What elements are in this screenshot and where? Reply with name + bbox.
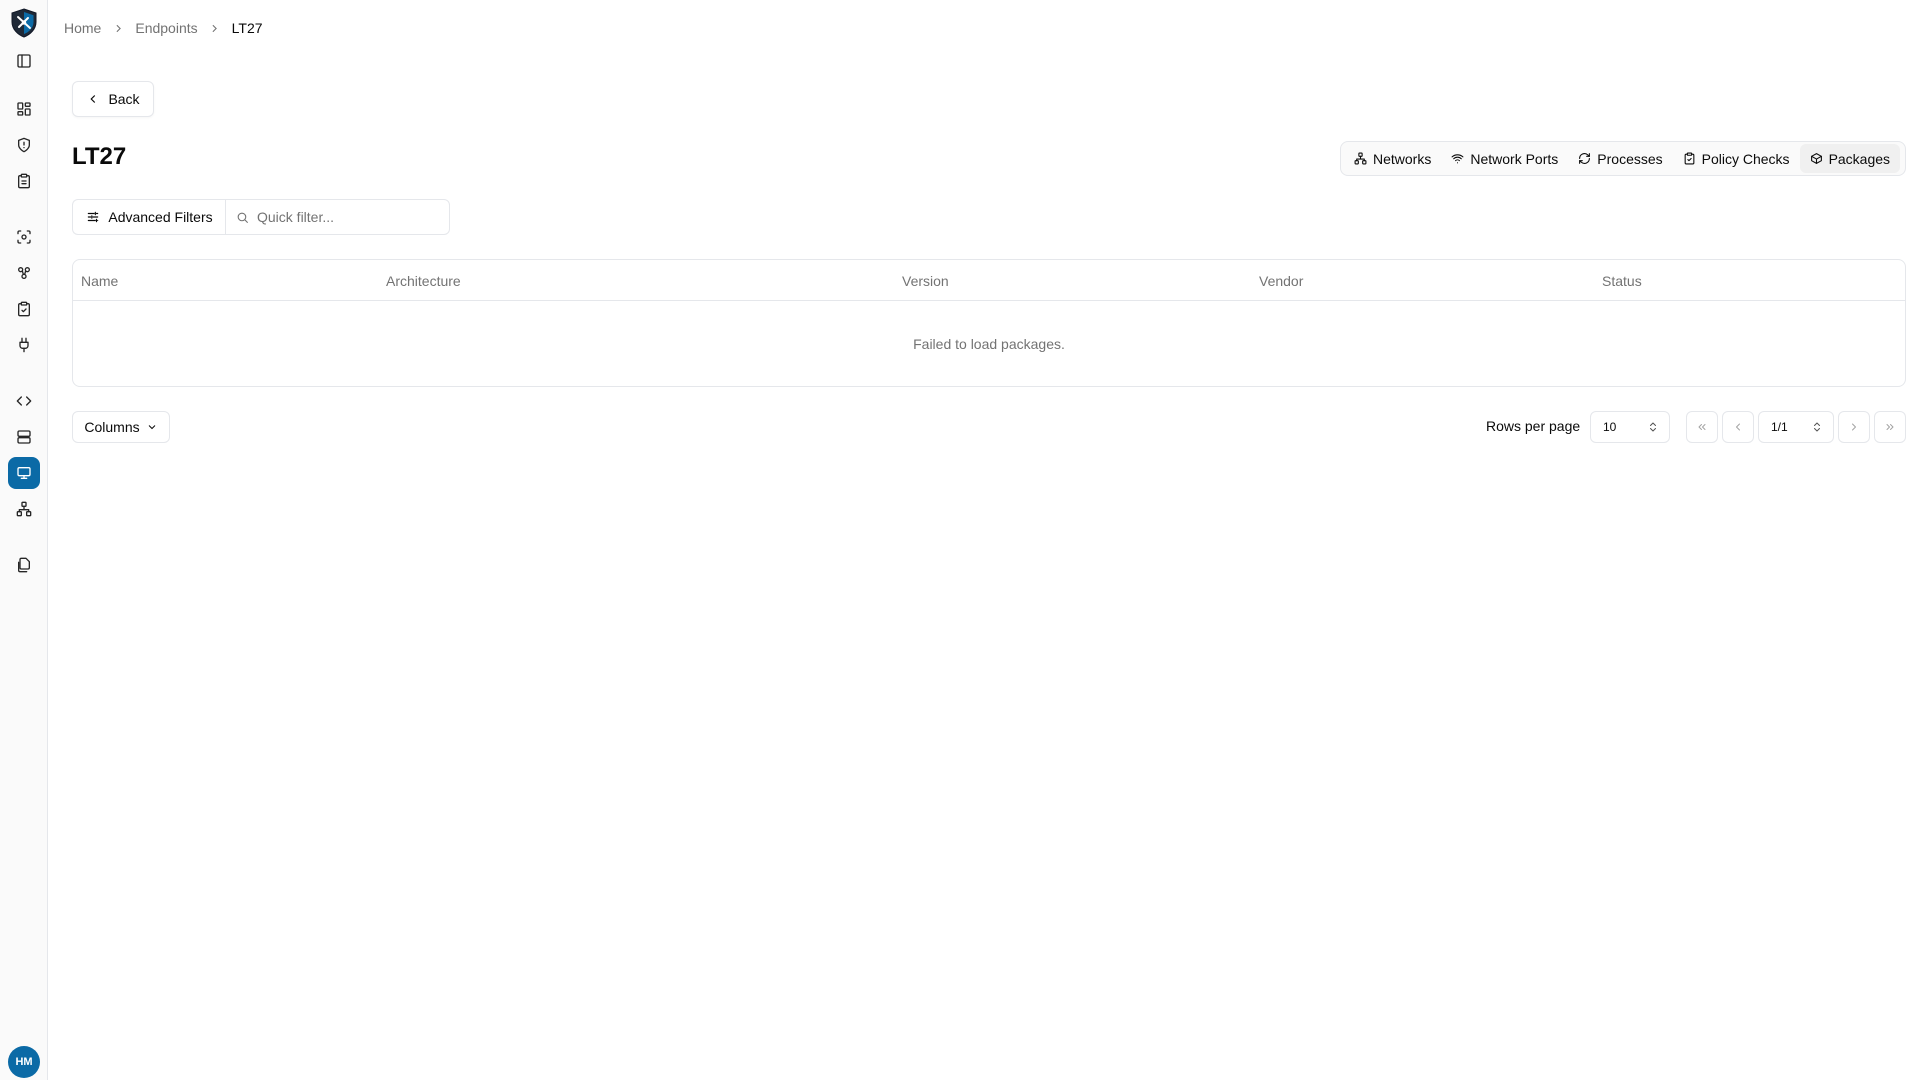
packages-table: Name Architecture Version Vendor Status … xyxy=(72,259,1906,387)
sidebar-toggle-button[interactable] xyxy=(8,45,40,77)
column-header-vendor[interactable]: Vendor xyxy=(1259,260,1303,301)
tab-label: Packages xyxy=(1828,150,1891,167)
sidebar-item-reports[interactable] xyxy=(8,165,40,197)
sidebar-item-endpoints[interactable] xyxy=(8,457,40,489)
breadcrumb-home[interactable]: Home xyxy=(64,20,101,36)
code-icon xyxy=(16,396,32,406)
column-header-architecture[interactable]: Architecture xyxy=(386,260,461,301)
clipboard-list-icon xyxy=(18,173,30,189)
columns-button[interactable]: Columns xyxy=(72,411,170,443)
tab-label: Networks xyxy=(1373,150,1432,167)
rows-per-page-select[interactable]: 10 xyxy=(1590,411,1670,443)
rows-per-page-value: 10 xyxy=(1603,420,1617,434)
advanced-filters-label: Advanced Filters xyxy=(108,209,213,225)
first-page-button[interactable] xyxy=(1686,411,1718,443)
detail-tabs: Networks Network Ports Processes Policy … xyxy=(1340,141,1906,176)
clipboard-check-icon xyxy=(1684,152,1695,165)
quick-filter-input[interactable] xyxy=(257,209,437,225)
network-icon xyxy=(1354,152,1367,165)
page-title: LT27 xyxy=(72,143,127,170)
dashboard-icon xyxy=(17,102,31,116)
back-button-label: Back xyxy=(108,91,140,107)
tab-networks[interactable]: Networks xyxy=(1344,144,1441,173)
tab-processes[interactable]: Processes xyxy=(1568,144,1672,173)
sidebar-item-documents[interactable] xyxy=(8,549,40,581)
tab-label: Processes xyxy=(1597,150,1663,167)
table-header: Name Architecture Version Vendor Status xyxy=(73,260,1905,301)
chevron-right-icon xyxy=(198,22,232,35)
chevrons-right-icon xyxy=(1886,424,1894,430)
breadcrumb: Home Endpoints LT27 xyxy=(64,18,263,38)
user-avatar[interactable]: HM xyxy=(8,1046,40,1078)
chevrons-up-down-icon xyxy=(1814,422,1820,432)
shield-alert-icon xyxy=(18,137,30,153)
search-icon xyxy=(237,212,248,223)
back-button[interactable]: Back xyxy=(72,81,154,117)
column-header-version[interactable]: Version xyxy=(902,260,949,301)
chevron-right-icon xyxy=(101,22,135,35)
wifi-icon xyxy=(1451,154,1464,164)
quick-filter-field[interactable] xyxy=(225,199,450,235)
column-header-status[interactable]: Status xyxy=(1602,260,1642,301)
advanced-filters-button[interactable]: Advanced Filters xyxy=(72,199,226,235)
sidebar-item-servers[interactable] xyxy=(8,421,40,453)
columns-button-label: Columns xyxy=(84,419,140,435)
package-icon xyxy=(1810,153,1822,164)
group-icon xyxy=(17,267,30,279)
refresh-icon xyxy=(1579,153,1591,164)
sidebar-item-policies[interactable] xyxy=(8,293,40,325)
page-select-value: 1/1 xyxy=(1771,420,1788,434)
scan-face-icon xyxy=(17,230,31,244)
last-page-button[interactable] xyxy=(1874,411,1906,443)
page-select[interactable]: 1/1 xyxy=(1758,411,1834,443)
tab-network-ports[interactable]: Network Ports xyxy=(1441,144,1568,173)
column-header-name[interactable]: Name xyxy=(81,260,118,301)
tab-label: Policy Checks xyxy=(1701,150,1790,167)
tab-packages[interactable]: Packages xyxy=(1799,144,1901,173)
sidebar-item-scan[interactable] xyxy=(8,221,40,253)
sidebar: HM xyxy=(0,0,48,1080)
table-empty-message: Failed to load packages. xyxy=(913,335,1065,352)
tab-label: Network Ports xyxy=(1470,150,1559,167)
tab-policy-checks[interactable]: Policy Checks xyxy=(1673,144,1800,173)
sidebar-item-code[interactable] xyxy=(8,385,40,417)
chevrons-up-down-icon xyxy=(1650,422,1656,432)
sidebar-item-dashboard[interactable] xyxy=(8,93,40,125)
rows-per-page-label: Rows per page xyxy=(1486,418,1581,434)
sidebar-item-network[interactable] xyxy=(8,493,40,525)
chevron-left-icon xyxy=(1736,423,1740,431)
chevron-right-icon xyxy=(1852,423,1856,431)
clipboard-check-icon xyxy=(18,301,30,317)
chevron-left-icon xyxy=(90,95,96,103)
sliders-icon xyxy=(88,211,99,223)
server-icon xyxy=(17,430,31,444)
sidebar-item-security[interactable] xyxy=(8,129,40,161)
monitor-icon xyxy=(17,467,31,479)
sidebar-item-groups[interactable] xyxy=(8,257,40,289)
shield-logo-icon xyxy=(11,8,37,38)
breadcrumb-endpoints[interactable]: Endpoints xyxy=(135,20,197,36)
plug-icon xyxy=(19,337,29,353)
next-page-button[interactable] xyxy=(1838,411,1870,443)
panel-left-icon xyxy=(17,54,31,68)
sidebar-item-integrations[interactable] xyxy=(8,329,40,361)
previous-page-button[interactable] xyxy=(1722,411,1754,443)
files-icon xyxy=(18,557,30,573)
chevrons-left-icon xyxy=(1698,424,1706,430)
chevron-down-icon xyxy=(148,425,155,430)
app-logo[interactable] xyxy=(8,6,40,40)
network-icon xyxy=(16,501,32,517)
breadcrumb-current: LT27 xyxy=(231,20,263,36)
